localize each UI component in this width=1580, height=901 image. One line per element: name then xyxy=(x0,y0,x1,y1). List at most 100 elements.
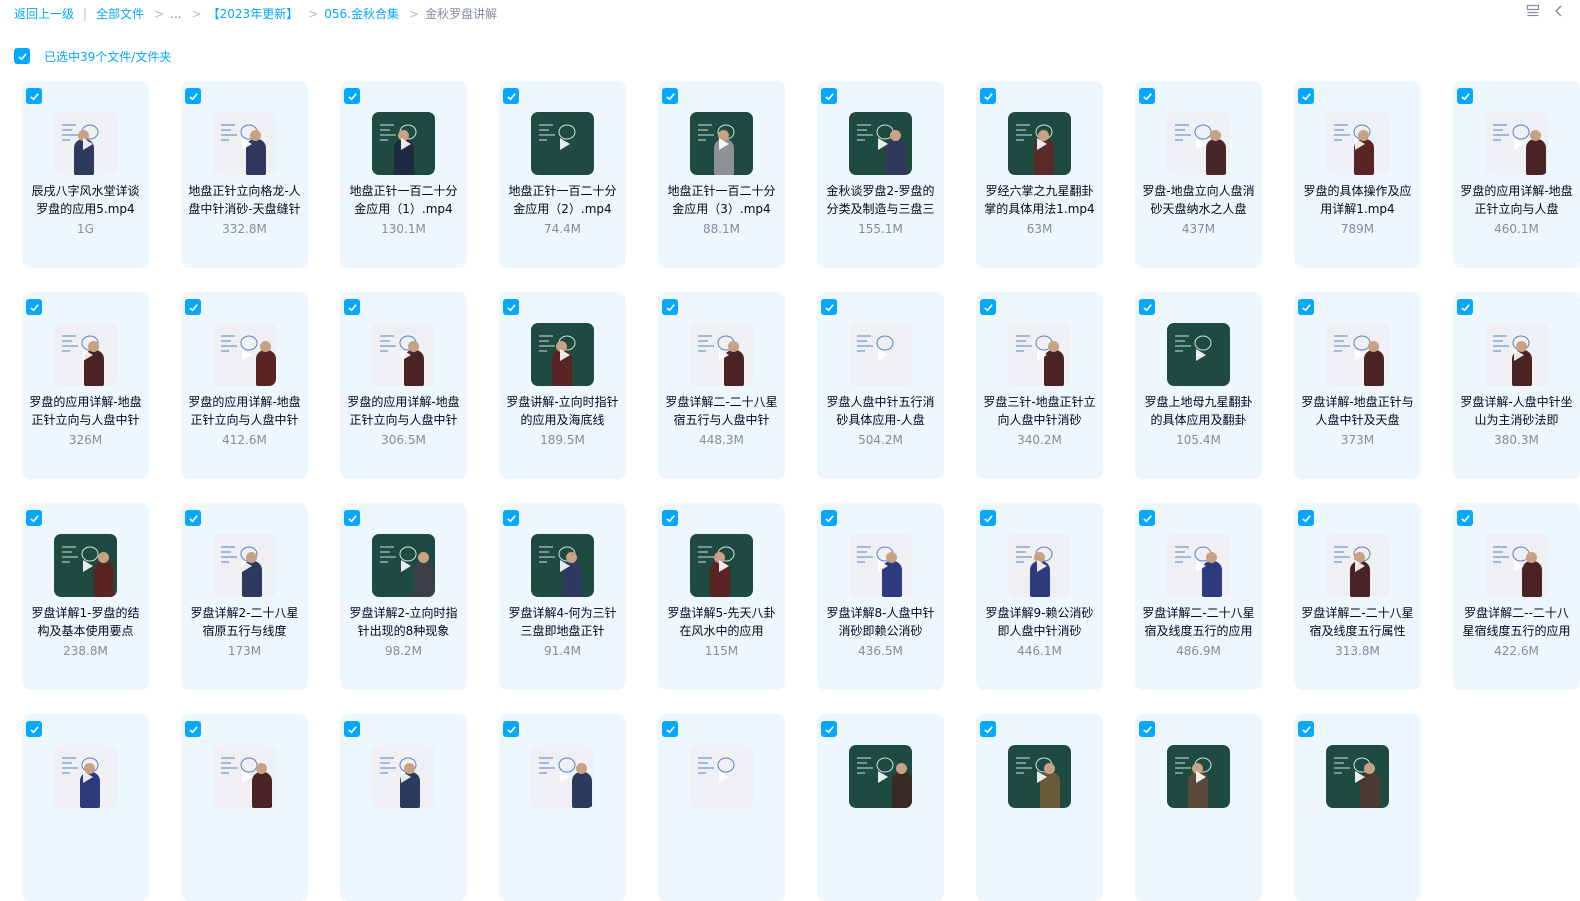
file-card[interactable]: 地盘正针立向格龙-人盘中针消砂-天盘缝针纳水 332.8M xyxy=(181,81,308,268)
video-thumbnail[interactable] xyxy=(1008,534,1071,597)
video-thumbnail[interactable] xyxy=(213,112,276,175)
file-checkbox[interactable] xyxy=(185,299,201,315)
video-thumbnail[interactable] xyxy=(849,534,912,597)
video-thumbnail[interactable] xyxy=(213,323,276,386)
file-checkbox[interactable] xyxy=(1457,88,1473,104)
video-thumbnail[interactable] xyxy=(531,745,594,808)
file-card[interactable]: 地盘正针一百二十分金应用（2）.mp4 74.4M xyxy=(499,81,626,268)
video-thumbnail[interactable] xyxy=(531,323,594,386)
file-card[interactable]: 罗盘讲解-立向时指针的应用及海底线 189.5M xyxy=(499,292,626,479)
video-thumbnail[interactable] xyxy=(1167,112,1230,175)
file-checkbox[interactable] xyxy=(344,88,360,104)
file-card[interactable]: 罗盘三针-地盘正针立向人盘中针消砂 340.2M xyxy=(976,292,1103,479)
video-thumbnail[interactable] xyxy=(1167,323,1230,386)
file-checkbox[interactable] xyxy=(980,510,996,526)
video-thumbnail[interactable] xyxy=(54,534,117,597)
video-thumbnail[interactable] xyxy=(1167,745,1230,808)
file-card[interactable] xyxy=(181,714,308,901)
video-thumbnail[interactable] xyxy=(531,112,594,175)
file-card[interactable]: 罗盘详解二--二十八星宿线度五行的应用 422.6M xyxy=(1453,503,1580,690)
file-checkbox[interactable] xyxy=(26,510,42,526)
file-checkbox[interactable] xyxy=(980,88,996,104)
file-checkbox[interactable] xyxy=(821,510,837,526)
video-thumbnail[interactable] xyxy=(849,112,912,175)
file-card[interactable]: 罗盘的应用详解-地盘正针立向与人盘 460.1M xyxy=(1453,81,1580,268)
file-card[interactable]: 罗盘详解二-二十八星宿五行与人盘中针 448.3M xyxy=(658,292,785,479)
file-card[interactable]: 罗盘的应用详解-地盘正针立向与人盘中针 306.5M xyxy=(340,292,467,479)
file-checkbox[interactable] xyxy=(662,299,678,315)
file-checkbox[interactable] xyxy=(1139,299,1155,315)
video-thumbnail[interactable] xyxy=(690,745,753,808)
file-card[interactable]: 地盘正针一百二十分金应用（3）.mp4 88.1M xyxy=(658,81,785,268)
file-checkbox[interactable] xyxy=(662,510,678,526)
file-card[interactable]: 罗盘的具体操作及应用详解1.mp4 789M xyxy=(1294,81,1421,268)
file-checkbox[interactable] xyxy=(26,88,42,104)
file-checkbox[interactable] xyxy=(185,510,201,526)
file-card[interactable]: 罗盘详解4-何为三针三盘即地盘正针 91.4M xyxy=(499,503,626,690)
file-card[interactable] xyxy=(658,714,785,901)
video-thumbnail[interactable] xyxy=(372,534,435,597)
all-files-link[interactable]: 全部文件 xyxy=(96,5,144,22)
file-checkbox[interactable] xyxy=(344,510,360,526)
video-thumbnail[interactable] xyxy=(690,323,753,386)
file-checkbox[interactable] xyxy=(1298,510,1314,526)
file-checkbox[interactable] xyxy=(1457,510,1473,526)
file-card[interactable] xyxy=(499,714,626,901)
list-view-icon[interactable] xyxy=(1526,4,1540,18)
file-checkbox[interactable] xyxy=(503,88,519,104)
file-card[interactable]: 罗盘人盘中针五行消砂具体应用-人盘 504.2M xyxy=(817,292,944,479)
breadcrumb-folder-2023[interactable]: 【2023年更新】 xyxy=(208,5,299,22)
video-thumbnail[interactable] xyxy=(372,112,435,175)
file-checkbox[interactable] xyxy=(821,299,837,315)
chevron-left-icon[interactable] xyxy=(1552,4,1566,18)
file-card[interactable]: 罗盘详解8-人盘中针消砂即赖公消砂 436.5M xyxy=(817,503,944,690)
select-all-checkbox[interactable] xyxy=(14,48,30,64)
file-checkbox[interactable] xyxy=(1457,299,1473,315)
video-thumbnail[interactable] xyxy=(1485,534,1548,597)
file-checkbox[interactable] xyxy=(1298,88,1314,104)
file-card[interactable]: 罗盘详解二-二十八星宿及线度五行的应用 486.9M xyxy=(1135,503,1262,690)
file-card[interactable]: 罗盘详解9-赖公消砂即人盘中针消砂 446.1M xyxy=(976,503,1103,690)
file-checkbox[interactable] xyxy=(662,721,678,737)
file-checkbox[interactable] xyxy=(503,510,519,526)
breadcrumb-folder-056[interactable]: 056.金秋合集 xyxy=(324,5,399,22)
video-thumbnail[interactable] xyxy=(1167,534,1230,597)
file-checkbox[interactable] xyxy=(1298,299,1314,315)
file-card[interactable]: 罗盘详解2-二十八星宿原五行与线度 173M xyxy=(181,503,308,690)
video-thumbnail[interactable] xyxy=(1485,112,1548,175)
video-thumbnail[interactable] xyxy=(1008,745,1071,808)
file-card[interactable]: 罗盘详解1-罗盘的结构及基本使用要点 238.8M xyxy=(22,503,149,690)
file-checkbox[interactable] xyxy=(980,299,996,315)
file-card[interactable] xyxy=(22,714,149,901)
video-thumbnail[interactable] xyxy=(54,112,117,175)
file-card[interactable]: 罗盘详解-人盘中针坐山为主消砂法即 380.3M xyxy=(1453,292,1580,479)
file-card[interactable]: 罗盘详解二-二十八星宿及线度五行属性 313.8M xyxy=(1294,503,1421,690)
video-thumbnail[interactable] xyxy=(54,745,117,808)
file-checkbox[interactable] xyxy=(503,299,519,315)
file-checkbox[interactable] xyxy=(1298,721,1314,737)
file-card[interactable]: 罗盘详解-地盘正针与人盘中针及天盘 373M xyxy=(1294,292,1421,479)
file-card[interactable]: 罗盘详解2-立向时指针出现的8种现象 98.2M xyxy=(340,503,467,690)
file-checkbox[interactable] xyxy=(1139,510,1155,526)
file-checkbox[interactable] xyxy=(344,299,360,315)
file-checkbox[interactable] xyxy=(26,299,42,315)
file-card[interactable]: 罗盘的应用详解-地盘正针立向与人盘中针 412.6M xyxy=(181,292,308,479)
file-card[interactable] xyxy=(976,714,1103,901)
file-card[interactable]: 金秋谈罗盘2-罗盘的分类及制造与三盘三针 155.1M xyxy=(817,81,944,268)
file-card[interactable] xyxy=(340,714,467,901)
file-card[interactable]: 罗经六掌之九星翻卦掌的具体用法1.mp4 63M xyxy=(976,81,1103,268)
file-card[interactable] xyxy=(817,714,944,901)
video-thumbnail[interactable] xyxy=(213,534,276,597)
file-checkbox[interactable] xyxy=(821,721,837,737)
back-link[interactable]: 返回上一级 xyxy=(14,5,74,22)
file-card[interactable]: 罗盘的应用详解-地盘正针立向与人盘中针 326M xyxy=(22,292,149,479)
video-thumbnail[interactable] xyxy=(372,745,435,808)
file-checkbox[interactable] xyxy=(344,721,360,737)
file-card[interactable]: 辰戌八字风水堂详谈罗盘的应用5.mp4 1G xyxy=(22,81,149,268)
file-card[interactable] xyxy=(1135,714,1262,901)
file-checkbox[interactable] xyxy=(662,88,678,104)
file-card[interactable] xyxy=(1294,714,1421,901)
video-thumbnail[interactable] xyxy=(690,112,753,175)
file-checkbox[interactable] xyxy=(26,721,42,737)
video-thumbnail[interactable] xyxy=(1008,323,1071,386)
